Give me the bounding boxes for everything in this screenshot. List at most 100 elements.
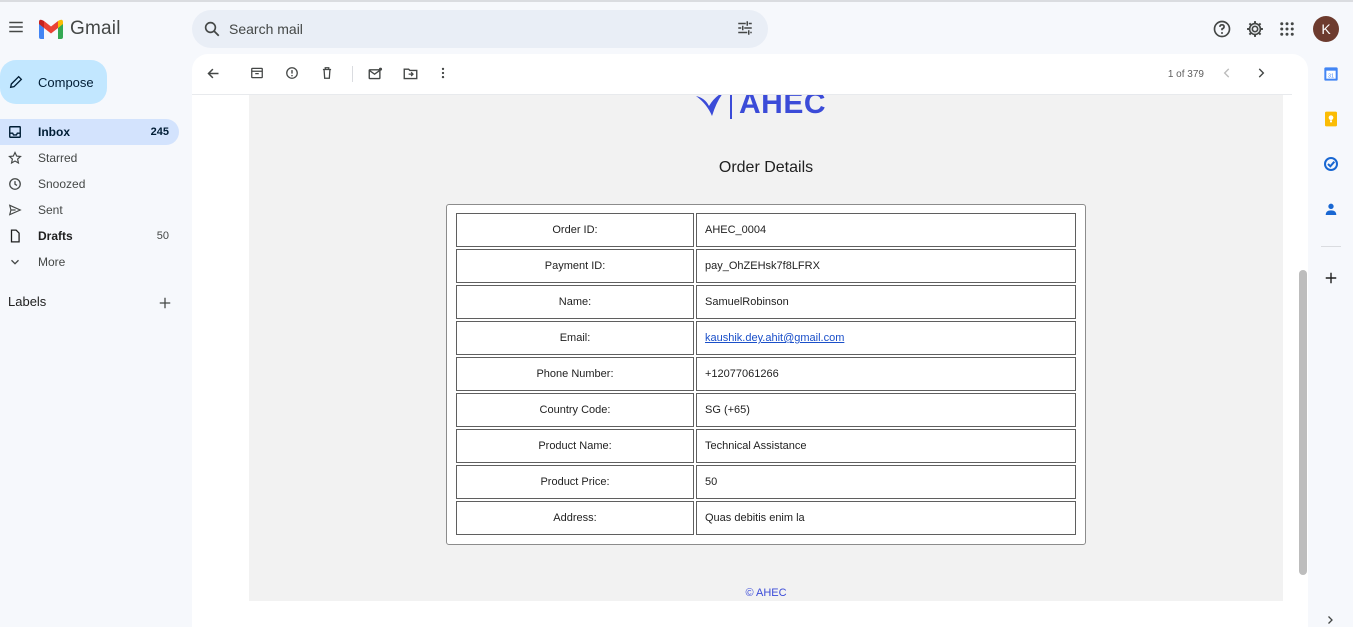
search-icon[interactable] bbox=[203, 20, 221, 38]
pencil-icon bbox=[8, 74, 24, 90]
ahec-logo: AHEC bbox=[695, 95, 826, 121]
sidebar-item-sent[interactable]: Sent bbox=[0, 197, 179, 223]
search-options-icon[interactable] bbox=[736, 19, 754, 37]
sidebar-item-count: 50 bbox=[156, 230, 169, 242]
inbox-icon bbox=[8, 125, 24, 139]
chevron-right-icon[interactable] bbox=[1254, 66, 1268, 80]
svg-text:31: 31 bbox=[1328, 73, 1334, 79]
sidebar-item-label: More bbox=[38, 255, 66, 269]
star-icon bbox=[8, 151, 24, 165]
field-value-cell: kaushik.dey.ahit@gmail.com bbox=[696, 321, 1076, 355]
clock-icon bbox=[8, 177, 24, 191]
add-app-icon[interactable] bbox=[1319, 271, 1343, 316]
sidebar-nav: Inbox 245 Starred Snoozed Sent Drafts 50… bbox=[0, 119, 179, 275]
main-menu-button[interactable] bbox=[4, 15, 28, 39]
sidebar-item-label: Inbox bbox=[38, 125, 70, 139]
keep-app-icon[interactable] bbox=[1319, 111, 1343, 156]
email-footer: © AHEC bbox=[745, 587, 787, 599]
move-to-icon[interactable] bbox=[403, 66, 418, 81]
compose-button[interactable]: Compose bbox=[0, 60, 107, 104]
table-row: Payment ID: pay_OhZEHsk7f8LFRX bbox=[456, 249, 1076, 283]
chevron-left-icon[interactable] bbox=[1220, 66, 1234, 80]
table-row: Address: Quas debitis enim la bbox=[456, 501, 1076, 535]
field-value: AHEC_0004 bbox=[696, 213, 1076, 247]
account-area: K bbox=[1212, 16, 1339, 42]
app-name: Gmail bbox=[70, 18, 121, 39]
settings-gear-icon[interactable] bbox=[1245, 19, 1265, 39]
send-icon bbox=[8, 203, 24, 217]
field-label: Phone Number: bbox=[456, 357, 694, 391]
field-label: Email: bbox=[456, 321, 694, 355]
email-content: AHEC Order Details Order ID: AHEC_0004 P… bbox=[249, 95, 1283, 601]
contacts-app-icon[interactable] bbox=[1319, 201, 1343, 246]
sidebar-item-drafts[interactable]: Drafts 50 bbox=[0, 223, 179, 249]
pagination-count: 1 of 379 bbox=[1167, 69, 1204, 80]
archive-icon[interactable] bbox=[250, 66, 264, 80]
field-label: Payment ID: bbox=[456, 249, 694, 283]
search-bar[interactable] bbox=[192, 10, 768, 48]
order-title: Order Details bbox=[718, 159, 814, 176]
expand-panel-chevron-icon[interactable] bbox=[1324, 614, 1336, 626]
sidebar-item-count: 245 bbox=[150, 126, 169, 138]
table-row: Product Name: Technical Assistance bbox=[456, 429, 1076, 463]
chevron-down-icon bbox=[8, 255, 24, 269]
gmail-logo[interactable]: Gmail bbox=[38, 18, 121, 40]
order-details-table: Order ID: AHEC_0004 Payment ID: pay_OhZE… bbox=[454, 211, 1078, 537]
draft-icon bbox=[8, 229, 24, 243]
side-apps-rail: 31 bbox=[1319, 66, 1343, 316]
field-value: Quas debitis enim la bbox=[696, 501, 1076, 535]
field-label: Product Name: bbox=[456, 429, 694, 463]
brand-name: AHEC bbox=[739, 95, 827, 120]
help-icon[interactable] bbox=[1212, 19, 1232, 39]
table-row: Order ID: AHEC_0004 bbox=[456, 213, 1076, 247]
field-label: Product Price: bbox=[456, 465, 694, 499]
sidebar-item-label: Sent bbox=[38, 203, 63, 217]
sidebar-item-label: Snoozed bbox=[38, 177, 86, 191]
field-value: SG (+65) bbox=[696, 393, 1076, 427]
gmail-m-icon bbox=[39, 19, 63, 39]
message-panel: 1 of 379 AHEC Order Details Order ID: AH… bbox=[192, 54, 1308, 627]
mark-unread-icon[interactable] bbox=[368, 66, 383, 81]
calendar-app-icon[interactable]: 31 bbox=[1319, 66, 1343, 111]
labels-heading: Labels bbox=[8, 294, 47, 309]
compose-label: Compose bbox=[38, 74, 94, 90]
toolbar-divider bbox=[352, 66, 353, 82]
back-arrow-icon[interactable] bbox=[206, 66, 221, 81]
rail-divider bbox=[1321, 246, 1341, 247]
tasks-app-icon[interactable] bbox=[1319, 156, 1343, 201]
field-value: SamuelRobinson bbox=[696, 285, 1076, 319]
report-spam-icon[interactable] bbox=[285, 66, 299, 80]
apps-grid-icon[interactable] bbox=[1278, 20, 1296, 38]
more-options-icon[interactable] bbox=[437, 66, 449, 80]
field-label: Address: bbox=[456, 501, 694, 535]
order-details-box: Order ID: AHEC_0004 Payment ID: pay_OhZE… bbox=[446, 204, 1086, 545]
field-value: pay_OhZEHsk7f8LFRX bbox=[696, 249, 1076, 283]
field-label: Order ID: bbox=[456, 213, 694, 247]
table-row: Phone Number: +12077061266 bbox=[456, 357, 1076, 391]
table-row: Email: kaushik.dey.ahit@gmail.com bbox=[456, 321, 1076, 355]
sidebar-item-starred[interactable]: Starred bbox=[0, 145, 179, 171]
logo-divider bbox=[730, 95, 732, 119]
table-row: Name: SamuelRobinson bbox=[456, 285, 1076, 319]
hamburger-icon bbox=[9, 21, 23, 33]
scrollbar-thumb[interactable] bbox=[1299, 270, 1307, 575]
sidebar-item-more[interactable]: More bbox=[0, 249, 179, 275]
field-value: +12077061266 bbox=[696, 357, 1076, 391]
sidebar-item-label: Drafts bbox=[38, 229, 73, 243]
account-avatar[interactable]: K bbox=[1313, 16, 1339, 42]
email-link[interactable]: kaushik.dey.ahit@gmail.com bbox=[705, 332, 844, 344]
field-label: Name: bbox=[456, 285, 694, 319]
field-value: Technical Assistance bbox=[696, 429, 1076, 463]
message-toolbar: 1 of 379 bbox=[192, 54, 1292, 94]
table-row: Country Code: SG (+65) bbox=[456, 393, 1076, 427]
search-input[interactable] bbox=[229, 21, 719, 37]
sidebar-item-snoozed[interactable]: Snoozed bbox=[0, 171, 179, 197]
bird-logo-icon bbox=[696, 95, 722, 116]
table-row: Product Price: 50 bbox=[456, 465, 1076, 499]
field-label: Country Code: bbox=[456, 393, 694, 427]
sidebar-item-inbox[interactable]: Inbox 245 bbox=[0, 119, 179, 145]
trash-icon[interactable] bbox=[320, 66, 334, 80]
add-label-icon[interactable] bbox=[158, 296, 172, 310]
field-value: 50 bbox=[696, 465, 1076, 499]
sidebar-item-label: Starred bbox=[38, 151, 78, 165]
